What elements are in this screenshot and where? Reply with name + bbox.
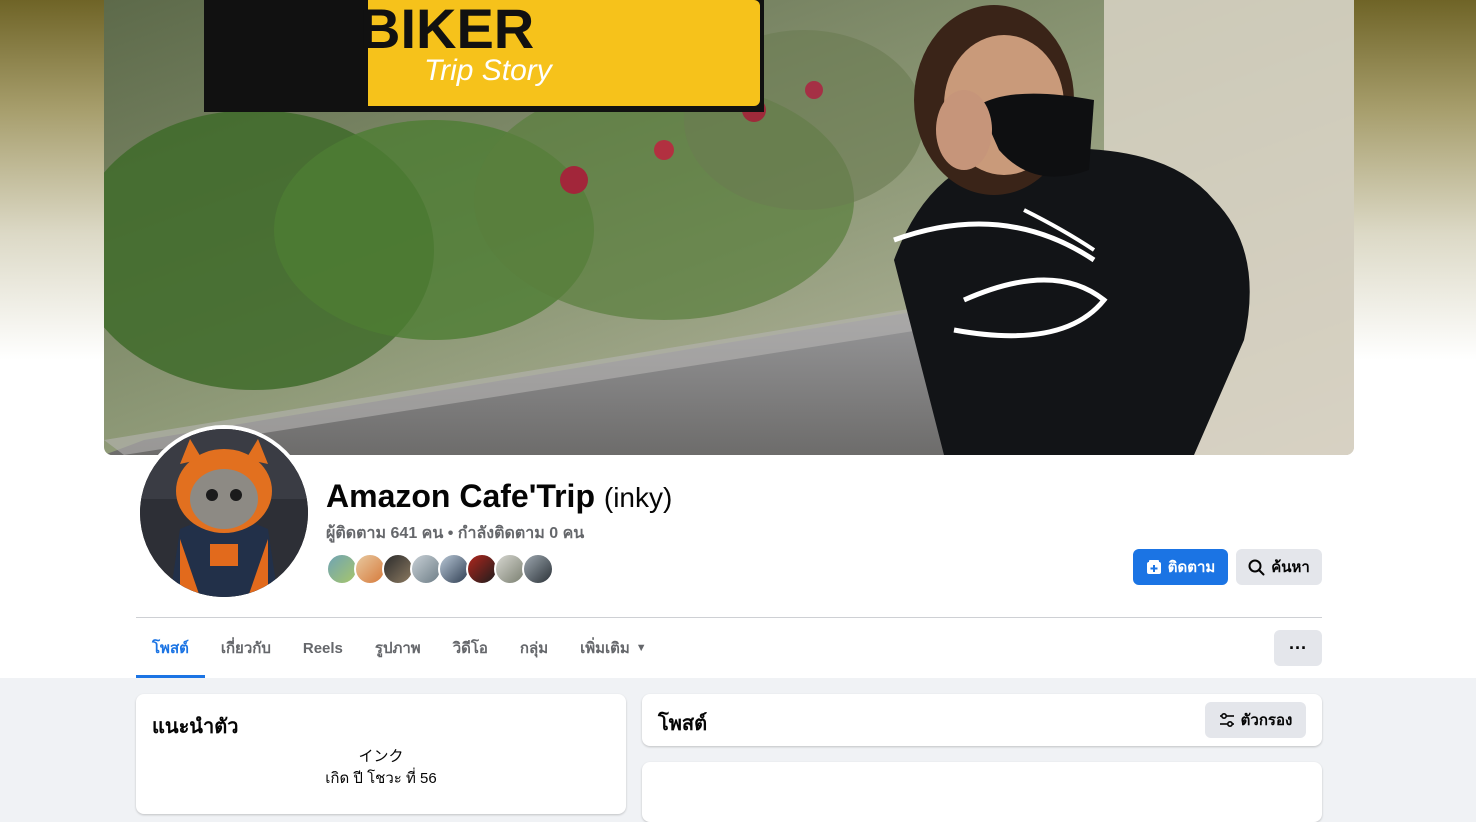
- filter-icon: [1219, 713, 1234, 727]
- filter-button[interactable]: ตัวกรอง: [1205, 702, 1306, 738]
- profile-picture[interactable]: [136, 425, 312, 601]
- more-options-button[interactable]: ···: [1274, 630, 1322, 666]
- posts-header-card: โพสต์ ตัวกรอง: [642, 694, 1322, 746]
- search-icon: [1248, 559, 1265, 575]
- follow-label: ติดตาม: [1167, 559, 1216, 576]
- search-button[interactable]: ค้นหา: [1236, 549, 1322, 585]
- svg-text:BIKER: BIKER: [360, 0, 534, 60]
- page-title: Amazon Cafe'Trip (inky): [326, 478, 672, 515]
- cover-photo-image: BIKER Trip Story: [104, 0, 1354, 455]
- tab-videos[interactable]: วิดีโอ: [437, 618, 504, 678]
- cover-photo[interactable]: BIKER Trip Story: [104, 0, 1354, 455]
- more-dots-icon: ···: [1289, 637, 1307, 658]
- svg-text:Trip Story: Trip Story: [424, 54, 554, 87]
- tab-reels[interactable]: Reels: [287, 618, 359, 678]
- follower-avatars[interactable]: [326, 553, 554, 585]
- profile-header: BIKER Trip Story Amazon Cafe'Trip (inky)…: [0, 0, 1476, 678]
- avatar: [140, 429, 308, 597]
- page-name: Amazon Cafe'Trip: [326, 478, 595, 514]
- caret-down-icon: ▼: [635, 642, 647, 654]
- tab-groups[interactable]: กลุ่ม: [504, 618, 564, 678]
- intro-bio-line: เกิด ปี โชวะ ที่ 56: [325, 770, 437, 787]
- post-card: [642, 762, 1322, 822]
- profile-tabs: โพสต์ เกี่ยวกับ Reels รูปภาพ วิดีโอ กลุ่…: [136, 618, 663, 678]
- search-label: ค้นหา: [1271, 559, 1310, 576]
- filter-label: ตัวกรอง: [1240, 712, 1293, 729]
- follow-icon: [1146, 560, 1161, 574]
- follow-stats[interactable]: ผู้ติดตาม 641 คน • กำลังติดตาม 0 คน: [326, 521, 584, 546]
- tab-photos[interactable]: รูปภาพ: [359, 618, 437, 678]
- follower-avatar[interactable]: [522, 553, 554, 585]
- tab-about[interactable]: เกี่ยวกับ: [205, 618, 287, 678]
- alternate-name: (inky): [603, 482, 673, 513]
- intro-title: แนะนำตัว: [152, 716, 239, 738]
- posts-title: โพสต์: [658, 713, 708, 735]
- tab-posts[interactable]: โพสต์: [136, 618, 205, 678]
- tab-more[interactable]: เพิ่มเติม ▼: [564, 618, 663, 678]
- intro-bio-line: インク: [358, 748, 404, 765]
- intro-card: แนะนำตัว インク เกิด ปี โชวะ ที่ 56: [136, 694, 626, 814]
- follow-button[interactable]: ติดตาม: [1133, 549, 1228, 585]
